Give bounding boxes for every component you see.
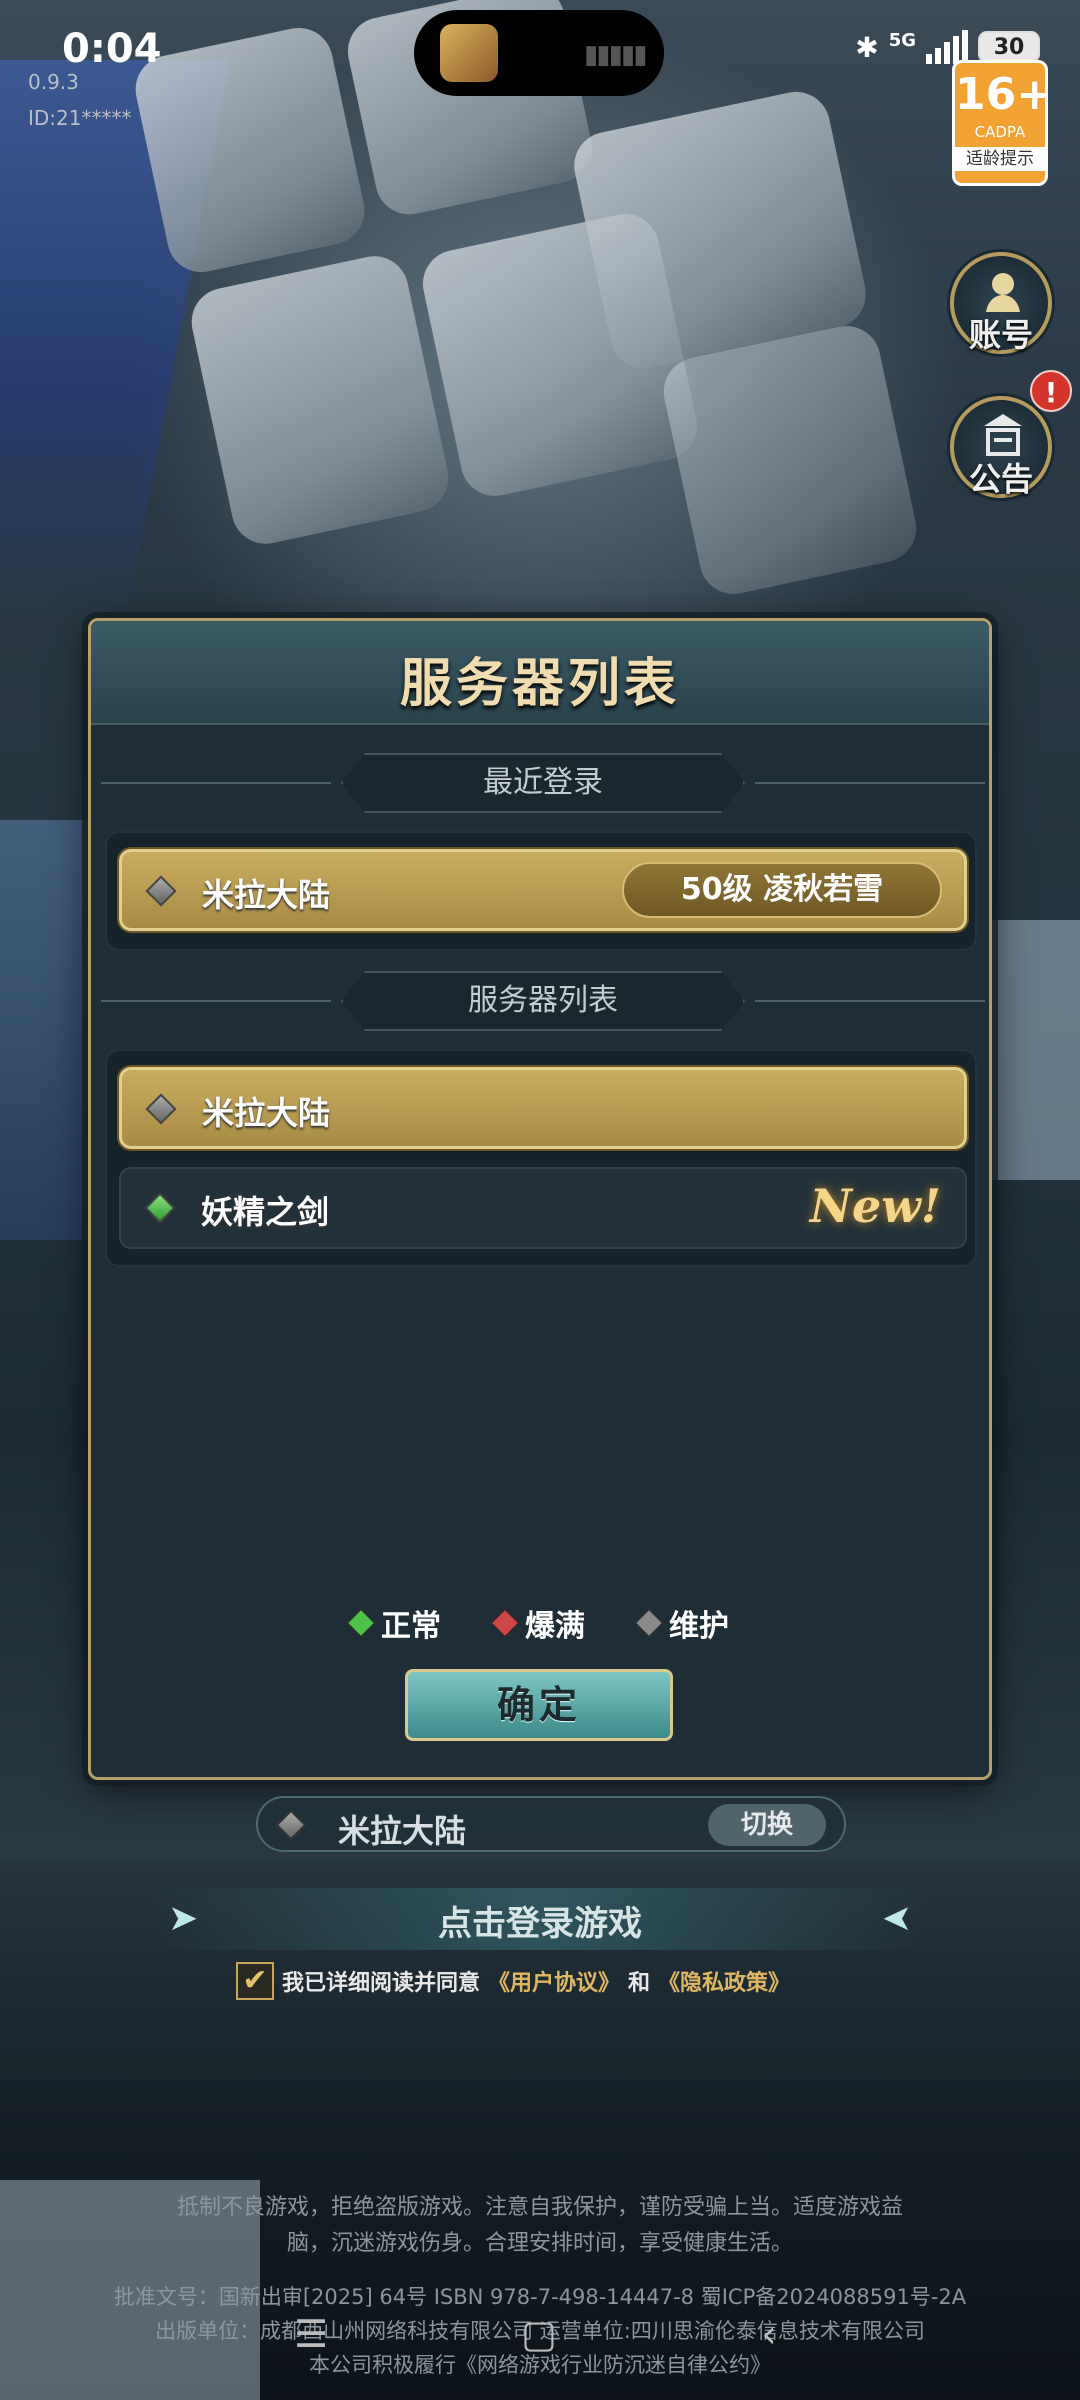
current-server-bar: 米拉大陆 切换 bbox=[256, 1796, 846, 1852]
status-normal-icon bbox=[144, 1192, 176, 1224]
grey-diamond-icon bbox=[634, 1608, 664, 1638]
legend-label: 维护 bbox=[669, 1609, 729, 1644]
audio-wave-icon: ▮▮▮▮▮ bbox=[584, 40, 648, 70]
dialog-title: 服务器列表 bbox=[399, 653, 680, 714]
arrow-left-icon: ➤ bbox=[881, 1898, 912, 1939]
agreement-prefix: 我已详细阅读并同意 bbox=[282, 1971, 481, 1996]
battery-icon: 30 bbox=[978, 31, 1040, 63]
network-type: 5G bbox=[888, 30, 916, 51]
approval-line: 批准文号：国新出审[2025] 64号 ISBN 978-7-498-14447… bbox=[113, 2285, 967, 2309]
list-section-header: 服务器列表 bbox=[101, 971, 985, 1031]
account-label: 账号 bbox=[968, 316, 1033, 354]
divider bbox=[101, 782, 331, 784]
system-icons: ✱ 5G 30 bbox=[855, 30, 1040, 64]
recent-section-label: 最近登录 bbox=[341, 753, 745, 813]
agree-checkbox[interactable]: ✔ bbox=[236, 1962, 274, 2000]
user-agreement-link[interactable]: 《用户协议》 bbox=[488, 1965, 620, 1997]
legend-normal: 正常 bbox=[346, 1601, 441, 1645]
current-server-name: 米拉大陆 bbox=[338, 1812, 467, 1850]
confirm-button[interactable]: 确定 bbox=[405, 1669, 673, 1741]
version-info: 0.9.3 ID:21***** bbox=[28, 64, 132, 136]
notice-icon bbox=[984, 414, 1022, 456]
age-rating-tip: 适龄提示 bbox=[955, 147, 1045, 171]
divider bbox=[755, 782, 985, 784]
notice-button[interactable]: 公告 bbox=[950, 396, 1052, 498]
recent-panel: 米拉大陆 50级 凌秋若雪 bbox=[105, 831, 977, 951]
server-row[interactable]: 米拉大陆 bbox=[119, 1067, 967, 1149]
divider bbox=[755, 1000, 985, 1002]
status-legend: 正常 爆满 维护 bbox=[91, 1601, 989, 1645]
recent-server-row[interactable]: 米拉大陆 50级 凌秋若雪 bbox=[119, 849, 967, 931]
notice-label: 公告 bbox=[968, 460, 1033, 498]
character-info: 50级 凌秋若雪 bbox=[622, 862, 942, 918]
ceiling-tile bbox=[416, 207, 704, 503]
green-diamond-icon bbox=[346, 1608, 376, 1638]
home-icon[interactable]: ▢ bbox=[518, 2314, 560, 2356]
back-icon[interactable]: ‹ bbox=[748, 2314, 790, 2356]
login-label: 点击登录游戏 bbox=[438, 1904, 642, 1944]
server-name: 米拉大陆 bbox=[202, 1094, 331, 1132]
account-icon bbox=[986, 273, 1020, 312]
menu-icon[interactable]: ☰ bbox=[290, 2314, 332, 2356]
legend-full: 爆满 bbox=[490, 1601, 585, 1645]
recent-section-header: 最近登录 bbox=[101, 753, 985, 813]
agreement-row: ✔ 我已详细阅读并同意 《用户协议》 和 《隐私政策》 bbox=[236, 1962, 790, 2000]
legend-maintenance: 维护 bbox=[634, 1601, 729, 1645]
divider bbox=[101, 1000, 331, 1002]
legend-label: 正常 bbox=[381, 1609, 441, 1644]
legend-label: 爆满 bbox=[525, 1609, 585, 1644]
dynamic-island: ▮▮▮▮▮ bbox=[414, 10, 664, 96]
health-notice-line: 抵制不良游戏，拒绝盗版游戏。注意自我保护，谨防受骗上当。适度游戏益 bbox=[176, 2195, 903, 2220]
notice-alert-badge: ! bbox=[1030, 370, 1072, 412]
user-id-text: ID:21***** bbox=[28, 106, 132, 130]
ceiling-tile bbox=[185, 249, 455, 551]
battery-level: 30 bbox=[993, 34, 1025, 60]
system-nav-bar: ☰ ▢ ‹ bbox=[0, 2314, 1080, 2354]
server-list-panel: 米拉大陆 妖精之剑 New! bbox=[105, 1049, 977, 1267]
ceiling-tile bbox=[657, 319, 923, 601]
agreement-and: 和 bbox=[628, 1971, 651, 1996]
age-rating-badge[interactable]: 16+ CADPA 适龄提示 bbox=[952, 60, 1048, 186]
red-diamond-icon bbox=[490, 1608, 520, 1638]
status-maintenance-icon bbox=[275, 1809, 307, 1841]
server-name: 米拉大陆 bbox=[202, 876, 331, 914]
server-list-dialog: 服务器列表 最近登录 米拉大陆 50级 凌秋若雪 服务器列表 米拉大陆 妖精之剑… bbox=[88, 618, 992, 1780]
server-row[interactable]: 妖精之剑 New! bbox=[119, 1167, 967, 1249]
health-notice-line: 脑，沉迷游戏伤身。合理安排时间，享受健康生活。 bbox=[286, 2231, 793, 2256]
server-name: 妖精之剑 bbox=[201, 1193, 330, 1231]
health-notice: 抵制不良游戏，拒绝盗版游戏。注意自我保护，谨防受骗上当。适度游戏益 脑，沉迷游戏… bbox=[100, 2190, 980, 2262]
bluetooth-icon: ✱ bbox=[855, 30, 879, 64]
status-maintenance-icon bbox=[145, 1093, 177, 1125]
dialog-header: 服务器列表 bbox=[91, 621, 989, 725]
status-maintenance-icon bbox=[145, 875, 177, 907]
new-badge: New! bbox=[809, 1179, 941, 1233]
age-rating-number: 16+ bbox=[955, 69, 1048, 120]
login-button[interactable]: ➤ 点击登录游戏 ➤ bbox=[150, 1888, 930, 1950]
age-rating-org: CADPA bbox=[974, 123, 1026, 141]
account-button[interactable]: 账号 bbox=[950, 252, 1052, 354]
signal-icon bbox=[926, 30, 968, 64]
list-section-label: 服务器列表 bbox=[341, 971, 745, 1031]
app-icon bbox=[440, 24, 498, 82]
switch-server-button[interactable]: 切换 bbox=[708, 1804, 826, 1846]
version-text: 0.9.3 bbox=[28, 70, 79, 94]
privacy-policy-link[interactable]: 《隐私政策》 bbox=[658, 1965, 790, 1997]
